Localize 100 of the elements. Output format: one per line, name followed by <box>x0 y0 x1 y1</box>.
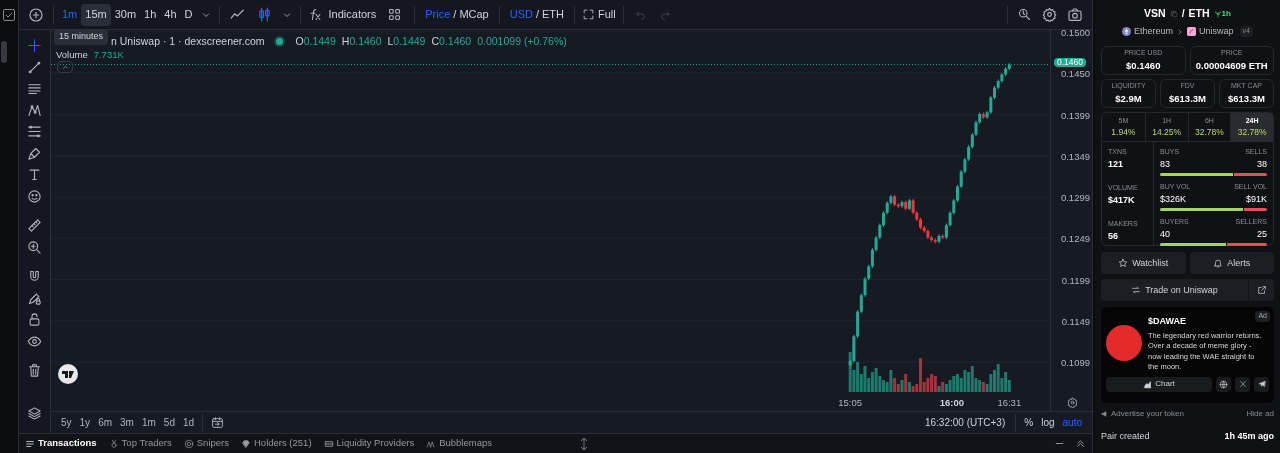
stat-value: 121 <box>1108 157 1125 171</box>
resize-handle-icon[interactable] <box>580 437 588 450</box>
layers-icon[interactable] <box>27 406 42 421</box>
settings-icon[interactable] <box>1042 7 1057 22</box>
range-button[interactable]: 5d <box>159 415 179 430</box>
settings-icon[interactable] <box>1067 397 1078 408</box>
range-button[interactable]: 1y <box>75 415 95 430</box>
axis-label: 0.1349 <box>1060 152 1090 162</box>
horizontal-lines-icon[interactable] <box>27 81 42 97</box>
interval-tab[interactable]: 1m <box>58 3 82 26</box>
fullscreen-icon[interactable] <box>582 8 595 21</box>
interval-tab[interactable]: 15m <box>81 3 111 26</box>
currency-option[interactable]: ETH <box>542 6 564 23</box>
bell-icon <box>1213 258 1224 269</box>
hide-ad-link[interactable]: Hide ad <box>1246 408 1274 421</box>
eye-icon[interactable] <box>27 333 42 349</box>
interval-tab[interactable]: 30m <box>110 3 141 26</box>
range-button[interactable]: 3m <box>116 415 138 430</box>
stat-value: $2.9M <box>1115 91 1142 106</box>
axis-label: 0.1450 <box>1060 68 1090 79</box>
interval-tab[interactable]: 1h <box>140 3 161 26</box>
pattern-icon[interactable] <box>27 102 42 118</box>
axis-label: 0.1099 <box>1060 357 1090 368</box>
axis-label: 0.1500 <box>1060 27 1090 38</box>
globe-icon <box>1219 379 1228 389</box>
external-link-icon <box>1256 285 1267 296</box>
scrollbar[interactable] <box>1 41 7 63</box>
zoom-in-icon[interactable] <box>27 239 42 255</box>
range-button[interactable]: 1d <box>178 415 199 430</box>
scale-toggle[interactable]: log <box>1037 415 1059 430</box>
interval-tab[interactable]: D <box>180 3 197 26</box>
bottom-tab[interactable]: Top Traders <box>108 436 172 451</box>
crosshair-icon[interactable] <box>27 38 42 54</box>
ruler-icon[interactable] <box>27 218 42 234</box>
ohlc-value: H0.1460 <box>341 34 382 49</box>
watchlist-button[interactable]: Watchlist <box>1101 252 1186 275</box>
telegram-button[interactable] <box>1254 376 1269 392</box>
interval-tab[interactable]: 4h <box>160 3 181 26</box>
brush-icon[interactable] <box>27 145 42 161</box>
bottom-tab[interactable]: Snipers <box>183 436 229 451</box>
table-icon <box>323 438 334 449</box>
bottom-tab[interactable]: Liquidity Providers <box>323 436 415 451</box>
text-tool-icon[interactable] <box>27 167 42 183</box>
lock-icon[interactable] <box>27 312 42 328</box>
fib-levels-icon[interactable] <box>27 124 42 140</box>
split-value: 25 <box>1257 227 1267 241</box>
display-option[interactable]: Price <box>425 6 451 23</box>
magnifier-icon[interactable] <box>1017 7 1032 22</box>
pair-created-label: Pair created <box>1101 430 1150 444</box>
indicators-button[interactable]: Indicators <box>325 6 380 23</box>
range-button[interactable]: 6m <box>94 415 117 430</box>
bubble-icon <box>426 438 437 449</box>
stat-value: 56 <box>1108 229 1119 243</box>
ohlc-value: L0.1449 <box>387 34 426 49</box>
ohlc-value: C0.1460 <box>431 34 472 49</box>
checkbox-icon[interactable] <box>3 9 15 21</box>
trash-icon[interactable] <box>27 363 42 379</box>
ethereum-icon <box>1122 27 1131 36</box>
currency-option[interactable]: USD <box>509 6 533 23</box>
trend-line-icon[interactable] <box>27 59 42 75</box>
stat-value: $0.1460 <box>1126 58 1161 73</box>
scale-toggle[interactable]: % <box>1020 415 1038 430</box>
volume-label: Volume <box>56 48 88 62</box>
bottom-tab[interactable]: Holders (251) <box>241 436 312 451</box>
scale-toggle[interactable]: auto <box>1058 415 1086 430</box>
expand-icon[interactable] <box>1075 438 1086 449</box>
advertise-link[interactable]: Advertise your token <box>1101 408 1184 421</box>
star-icon <box>1118 258 1129 269</box>
alerts-button[interactable]: Alerts <box>1189 252 1274 275</box>
split-value: 38 <box>1257 157 1267 171</box>
camera-icon[interactable] <box>1067 6 1083 23</box>
toggle-separator: / <box>453 7 457 23</box>
sprout-icon <box>1213 9 1222 18</box>
ohlc-value: O0.1449 <box>295 34 336 49</box>
calendar-icon[interactable] <box>211 416 225 429</box>
time-label: 15:05 <box>838 396 863 410</box>
base-token: VSN <box>1144 6 1166 21</box>
diamond-icon <box>241 438 251 449</box>
grid-icon[interactable] <box>387 7 403 22</box>
pair-created-value: 1h 45m ago <box>1224 430 1274 444</box>
add-icon[interactable] <box>28 6 44 23</box>
tooltip: 15 minutes <box>54 30 109 45</box>
chart-icon <box>1143 379 1153 389</box>
target-icon <box>183 438 194 449</box>
pencil-lock-icon[interactable] <box>27 290 42 306</box>
list-icon <box>25 438 35 449</box>
chart-button[interactable]: Chart <box>1106 376 1212 392</box>
range-button[interactable]: 1m <box>137 415 160 430</box>
emoji-icon[interactable] <box>27 188 42 204</box>
display-option[interactable]: MCap <box>459 6 489 23</box>
range-button[interactable]: 5y <box>57 415 76 430</box>
toggle-separator: / <box>535 7 539 23</box>
website-button[interactable] <box>1216 376 1231 392</box>
x-button[interactable] <box>1235 376 1250 392</box>
pair-separator: / <box>1181 6 1185 21</box>
bottom-tab[interactable]: Bubblemaps <box>426 436 492 451</box>
bottom-tab[interactable]: Transactions <box>25 436 97 451</box>
collapse-button[interactable] <box>57 61 73 73</box>
axis-label: 0.1299 <box>1060 193 1090 204</box>
fullscreen-button[interactable]: Full <box>598 6 619 23</box>
